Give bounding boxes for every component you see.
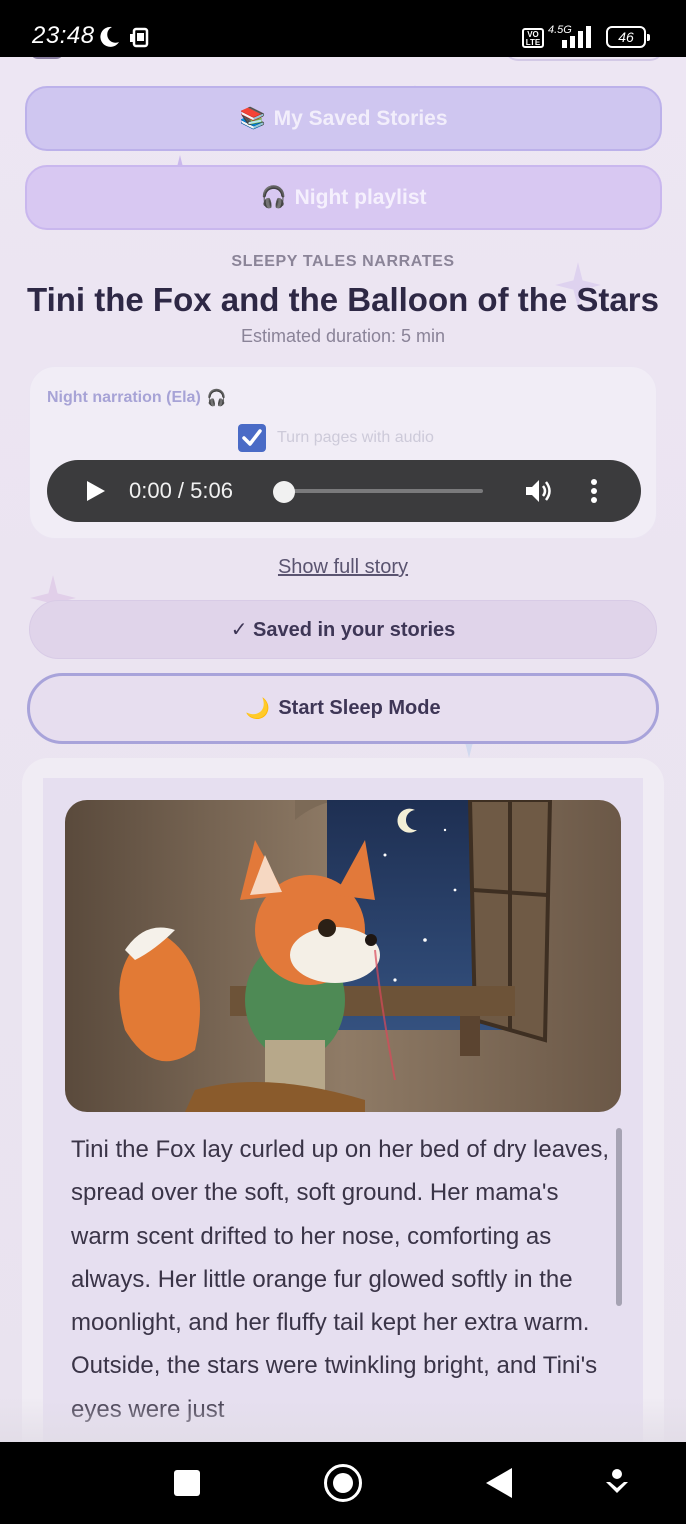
navigation-bar — [0, 1442, 686, 1524]
bottom-fade — [0, 1397, 686, 1442]
scrolled-element-edge — [504, 57, 664, 61]
turn-pages-checkbox[interactable] — [238, 424, 266, 452]
story-page: Tini the Fox lay curled up on her bed of… — [43, 778, 643, 1442]
show-full-story-link[interactable]: Show full story — [0, 556, 686, 579]
battery-icon: 46 — [606, 26, 650, 48]
my-saved-stories-button[interactable]: 📚 My Saved Stories — [25, 86, 662, 151]
app-content: 📚 My Saved Stories 🎧 Night playlist SLEE… — [0, 57, 686, 1442]
vibrate-icon — [130, 27, 149, 48]
play-icon[interactable] — [84, 480, 106, 502]
home-button[interactable] — [324, 1464, 362, 1502]
hide-navigation-icon[interactable] — [604, 1468, 630, 1498]
my-saved-stories-label: My Saved Stories — [273, 106, 448, 130]
saved-status-button[interactable]: ✓ Saved in your stories — [29, 600, 657, 659]
signal-icon — [562, 26, 591, 48]
audio-player: 0:00 / 5:06 — [47, 460, 641, 522]
seek-handle[interactable] — [273, 481, 295, 503]
status-bar: 23:48 VO LTE 4.5G 46 — [0, 0, 686, 57]
start-sleep-mode-label: Start Sleep Mode — [278, 697, 441, 719]
more-options-icon[interactable] — [587, 477, 601, 505]
story-scrollbar[interactable] — [616, 1128, 622, 1306]
volume-icon[interactable] — [524, 477, 554, 505]
narration-label: Night narration (Ela) 🎧 — [47, 388, 227, 408]
scrolled-element-edge — [30, 57, 64, 59]
phone-screen: 23:48 VO LTE 4.5G 46 📚 My Saved Stories … — [0, 0, 686, 1524]
moon-icon: 🌙 — [245, 698, 271, 720]
do-not-disturb-moon-icon — [100, 26, 119, 47]
start-sleep-mode-button[interactable]: 🌙 Start Sleep Mode — [27, 673, 659, 744]
headphones-icon: 🎧 — [206, 390, 227, 407]
player-time: 0:00 / 5:06 — [129, 478, 233, 503]
story-card: Tini the Fox lay curled up on her bed of… — [22, 758, 664, 1442]
story-text: Tini the Fox lay curled up on her bed of… — [71, 1136, 610, 1423]
back-button[interactable] — [486, 1468, 512, 1498]
status-time: 23:48 — [32, 22, 95, 49]
fox-at-window-illustration — [65, 800, 621, 1112]
night-playlist-label: Night playlist — [294, 185, 427, 209]
volte-icon: VO LTE — [522, 28, 544, 48]
checkmark-icon — [242, 429, 262, 446]
seek-bar[interactable] — [283, 489, 483, 493]
recent-apps-button[interactable] — [174, 1470, 200, 1496]
night-playlist-button[interactable]: 🎧 Night playlist — [25, 165, 662, 230]
narration-card: Night narration (Ela) 🎧 Turn pages with … — [29, 366, 657, 539]
story-duration: Estimated duration: 5 min — [240, 326, 446, 346]
story-kicker: SLEEPY TALES NARRATES — [231, 253, 455, 270]
headphones-icon: 🎧 — [260, 185, 287, 209]
narration-label-text: Night narration (Ela) — [47, 389, 201, 406]
turn-pages-option[interactable]: Turn pages with audio — [238, 424, 434, 452]
turn-pages-label: Turn pages with audio — [277, 429, 434, 446]
books-icon: 📚 — [239, 106, 266, 130]
story-title: Tini the Fox and the Balloon of the Star… — [27, 281, 659, 318]
